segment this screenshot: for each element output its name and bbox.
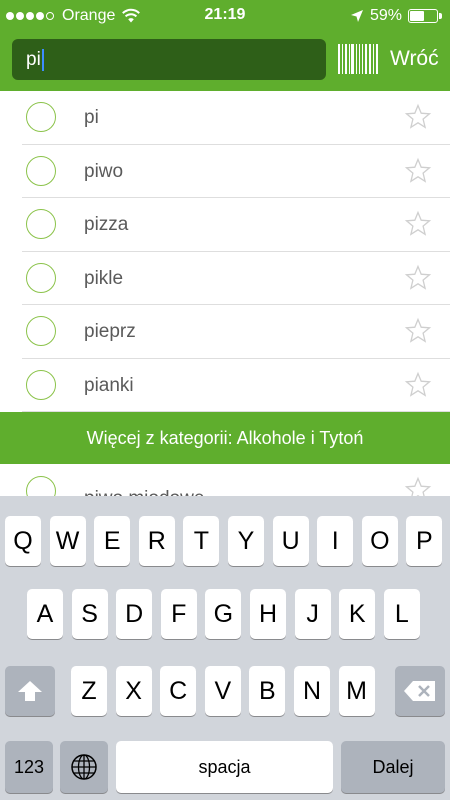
status-right: 59%	[350, 6, 442, 26]
backspace-icon	[404, 681, 435, 701]
key-o[interactable]: O	[361, 516, 398, 566]
key-x[interactable]: X	[115, 666, 152, 716]
key-f[interactable]: F	[160, 589, 197, 639]
keyboard: 123 spacja Dalej QWERTYUIOP ASDFGHJKL ZXCV…	[0, 496, 450, 800]
list-item[interactable]: pieprz	[22, 305, 450, 359]
numbers-key[interactable]: 123	[5, 741, 53, 793]
check-circle-icon[interactable]	[26, 209, 56, 239]
shift-arrow-icon	[18, 681, 42, 701]
key-r[interactable]: R	[138, 516, 175, 566]
check-circle-icon[interactable]	[26, 369, 56, 400]
location-arrow-icon	[350, 10, 363, 22]
globe-key[interactable]	[60, 741, 108, 793]
barcode-scan-icon[interactable]	[338, 44, 380, 74]
category-banner[interactable]: Więcej z kategorii: Alkohole i Tytoń	[0, 412, 450, 464]
list-item-label: pi	[84, 107, 99, 128]
key-a[interactable]: A	[27, 589, 63, 639]
list-item-label: pianki	[84, 374, 134, 396]
key-j[interactable]: J	[294, 589, 331, 639]
key-e[interactable]: E	[94, 516, 131, 566]
list-item[interactable]: pi	[22, 91, 450, 145]
list-item-label: pizza	[84, 214, 129, 235]
key-c[interactable]: C	[160, 666, 197, 716]
list-item[interactable]: piwo	[22, 145, 450, 198]
check-circle-icon[interactable]	[26, 316, 56, 346]
back-button[interactable]: Wróć	[390, 44, 439, 74]
key-l[interactable]: L	[383, 589, 420, 639]
star-icon[interactable]	[404, 210, 432, 238]
key-y[interactable]: Y	[228, 516, 264, 566]
star-icon[interactable]	[404, 157, 432, 185]
list-item[interactable]: pikle	[22, 252, 450, 305]
list-item-label: piwo	[84, 160, 124, 182]
list-item[interactable]: pianki	[22, 359, 450, 412]
battery-fill	[410, 11, 425, 21]
key-g[interactable]: G	[205, 589, 242, 639]
key-b[interactable]: B	[249, 666, 286, 716]
key-t[interactable]: T	[183, 516, 220, 566]
key-w[interactable]: W	[49, 516, 86, 566]
battery-icon	[408, 9, 438, 23]
backspace-key[interactable]	[395, 666, 445, 716]
check-circle-icon[interactable]	[26, 262, 56, 293]
key-z[interactable]: Z	[71, 666, 107, 716]
results-list: pi piwo pizza pikle pieprz pianki	[0, 91, 450, 412]
battery-tip	[439, 13, 442, 19]
status-bar: Orange 21:19 59%	[0, 0, 450, 32]
search-input-value: pi	[26, 48, 41, 70]
search-input[interactable]: pi	[12, 39, 326, 80]
app-header: Orange 21:19 59% pi Wróć	[0, 0, 450, 91]
star-icon[interactable]	[404, 371, 432, 399]
key-h[interactable]: H	[250, 589, 286, 639]
key-q[interactable]: Q	[5, 516, 41, 566]
star-icon[interactable]	[404, 317, 432, 345]
key-s[interactable]: S	[71, 589, 108, 639]
globe-icon	[71, 754, 97, 780]
check-circle-icon[interactable]	[26, 155, 56, 186]
list-item-label: pieprz	[84, 321, 136, 342]
list-item[interactable]: pizza	[22, 198, 450, 252]
list-item-label: pikle	[84, 267, 124, 289]
check-circle-icon[interactable]	[26, 102, 56, 132]
key-v[interactable]: V	[204, 666, 241, 716]
key-k[interactable]: K	[339, 589, 376, 639]
key-u[interactable]: U	[272, 516, 309, 566]
star-icon[interactable]	[404, 264, 432, 292]
star-icon[interactable]	[404, 103, 432, 131]
key-d[interactable]: D	[116, 589, 153, 639]
return-key[interactable]: Dalej	[341, 741, 445, 793]
key-i[interactable]: I	[317, 516, 354, 566]
text-cursor	[41, 48, 44, 71]
shift-key[interactable]	[5, 666, 55, 716]
key-n[interactable]: N	[294, 666, 330, 716]
space-key[interactable]: spacja	[116, 741, 333, 793]
battery-percentage: 59%	[369, 7, 402, 24]
key-p[interactable]: P	[406, 516, 443, 566]
key-m[interactable]: M	[338, 666, 375, 716]
